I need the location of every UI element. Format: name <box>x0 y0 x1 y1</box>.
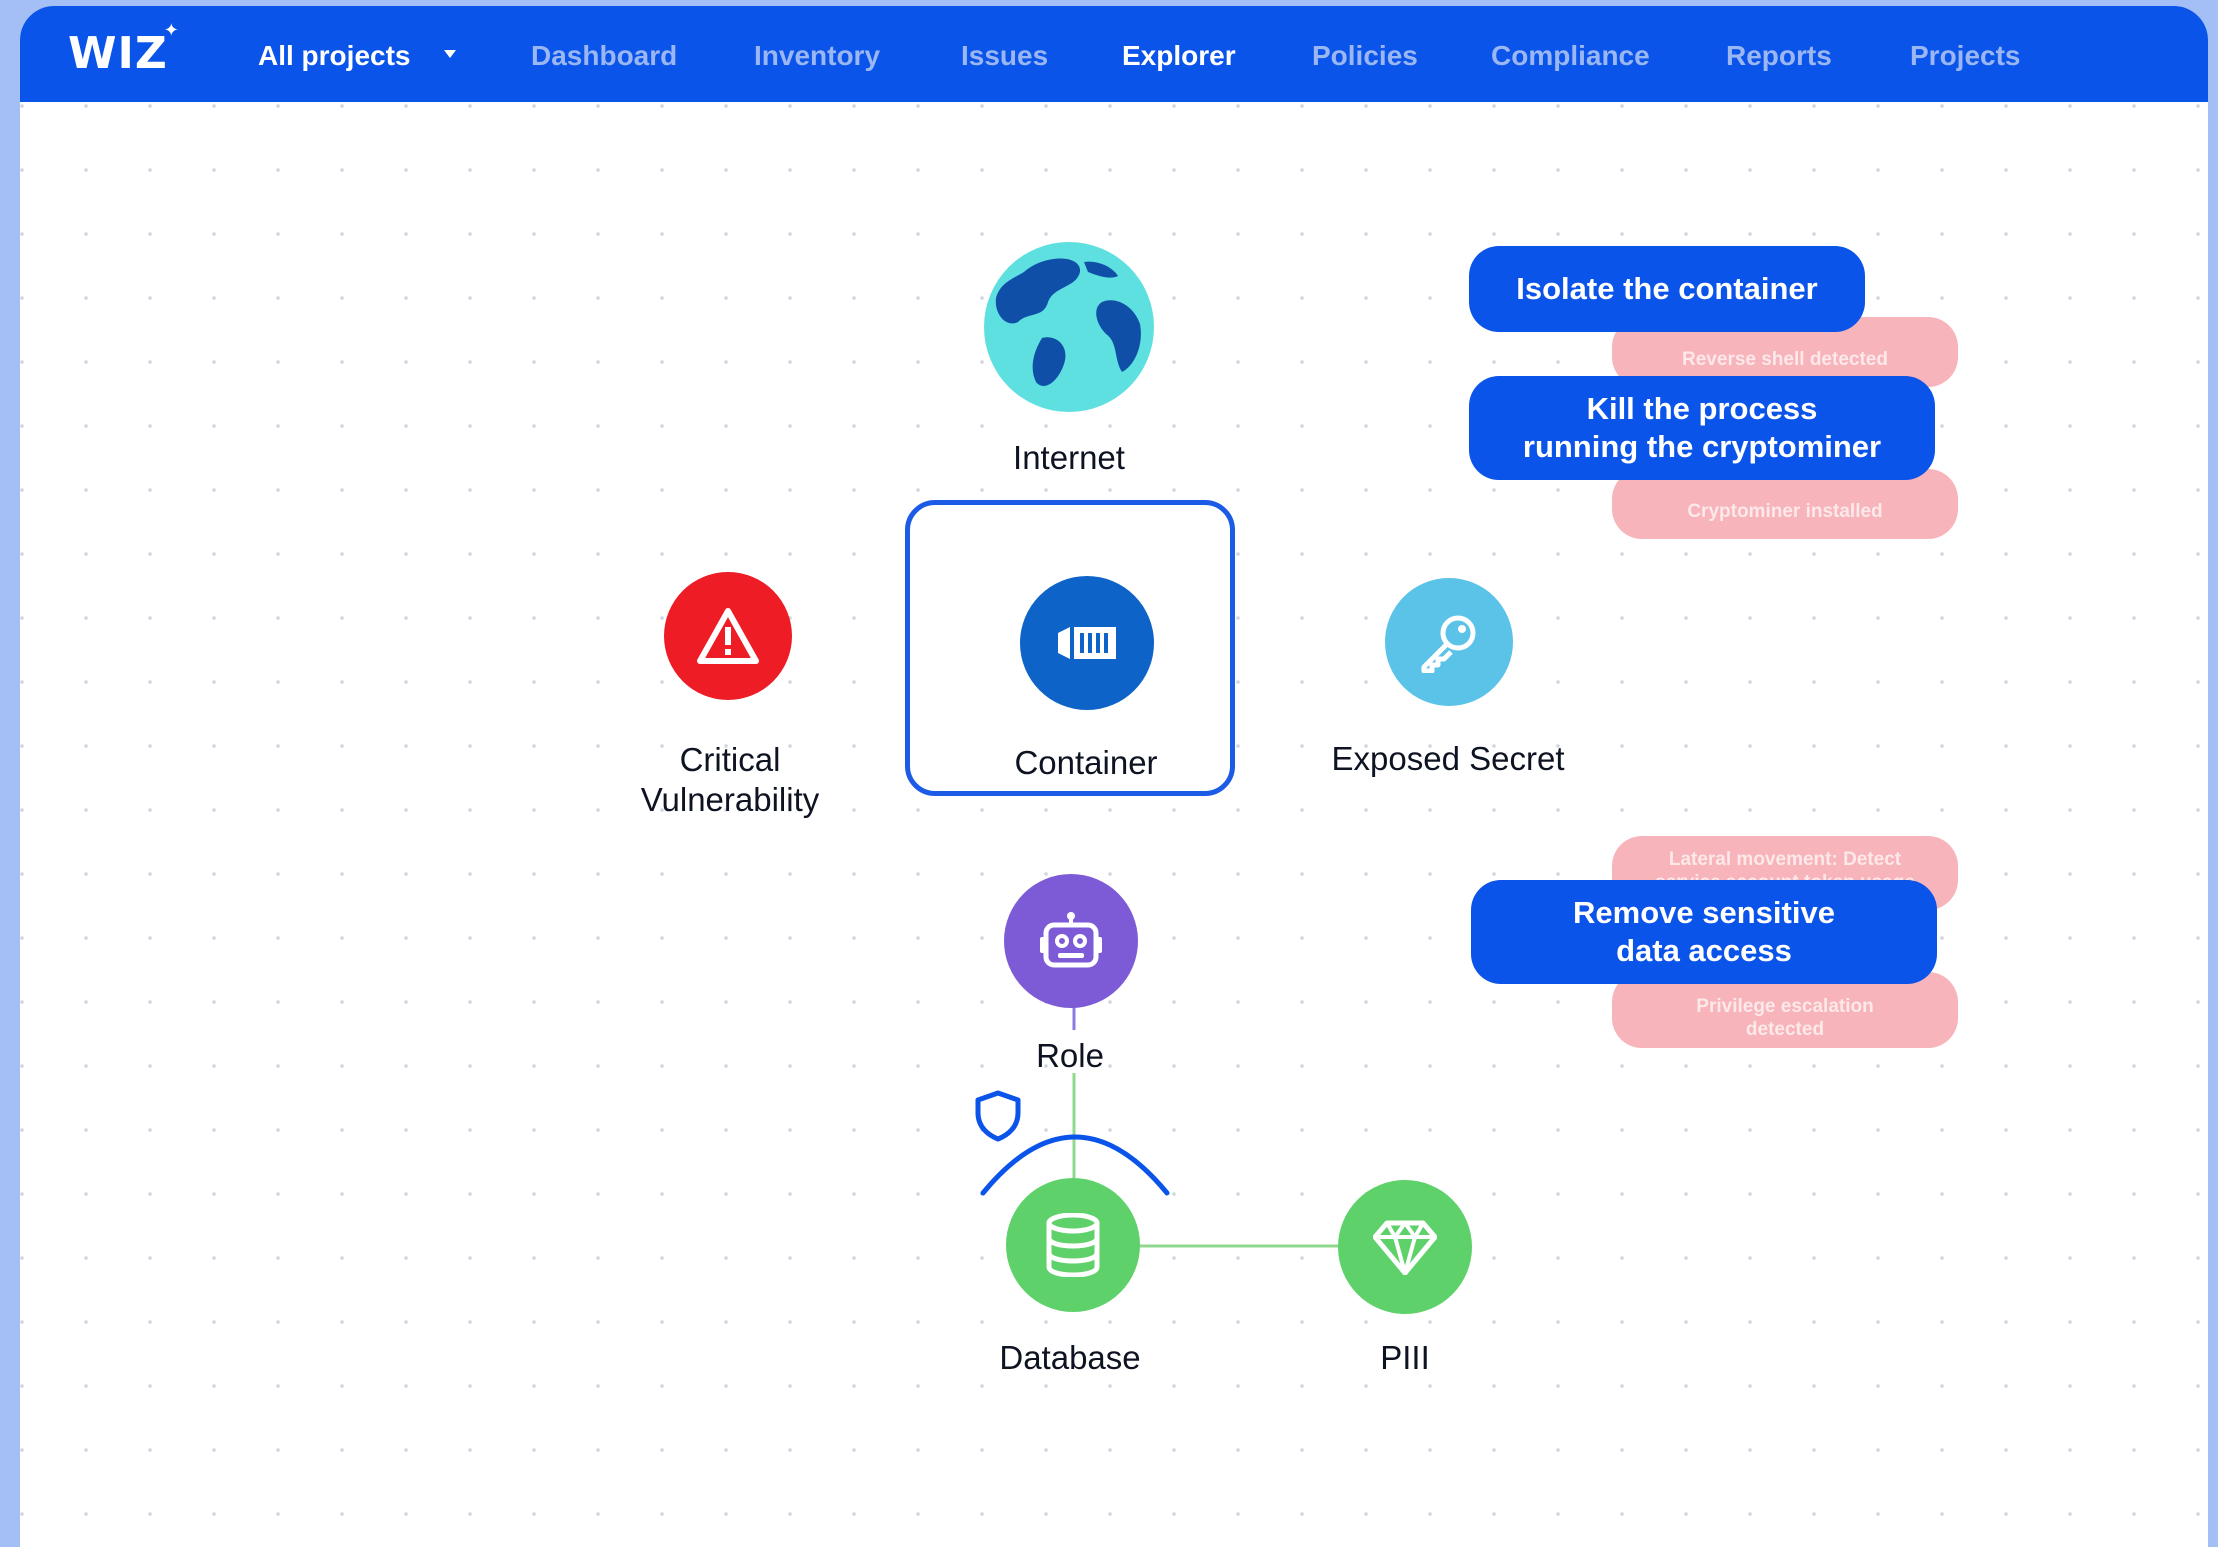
vulnerability-label: Critical Vulnerability <box>640 741 820 818</box>
database-icon <box>1046 1213 1100 1277</box>
secret-node[interactable] <box>1385 578 1513 706</box>
container-icon <box>1058 627 1116 659</box>
app-window: WIZ ✦ All projects Dashboard Inventory Is… <box>20 6 2208 1547</box>
internet-node[interactable] <box>984 242 1154 412</box>
warning-icon <box>697 608 759 664</box>
secret-label: Exposed Secret <box>1331 740 1565 777</box>
remove-data-access-button[interactable]: Remove sensitive data access <box>1471 880 1937 984</box>
robot-icon <box>1040 912 1102 968</box>
key-icon <box>1421 615 1476 673</box>
pii-node[interactable] <box>1338 1180 1472 1314</box>
pii-label: PIII <box>1380 1339 1430 1376</box>
database-node[interactable] <box>1006 1178 1140 1312</box>
database-label: Database <box>999 1339 1141 1376</box>
role-node[interactable] <box>1004 874 1138 1008</box>
vulnerability-node[interactable] <box>664 572 792 700</box>
container-node[interactable] <box>1020 576 1154 710</box>
shield-icon[interactable] <box>975 1090 1021 1142</box>
globe-icon <box>985 243 1153 411</box>
kill-process-button[interactable]: Kill the process running the cryptominer <box>1469 376 1935 480</box>
isolate-container-button[interactable]: Isolate the container <box>1469 246 1865 332</box>
container-label: Container <box>1014 744 1158 781</box>
diamond-icon <box>1373 1220 1437 1275</box>
role-label: Role <box>1036 1037 1104 1074</box>
internet-label: Internet <box>1013 439 1125 476</box>
